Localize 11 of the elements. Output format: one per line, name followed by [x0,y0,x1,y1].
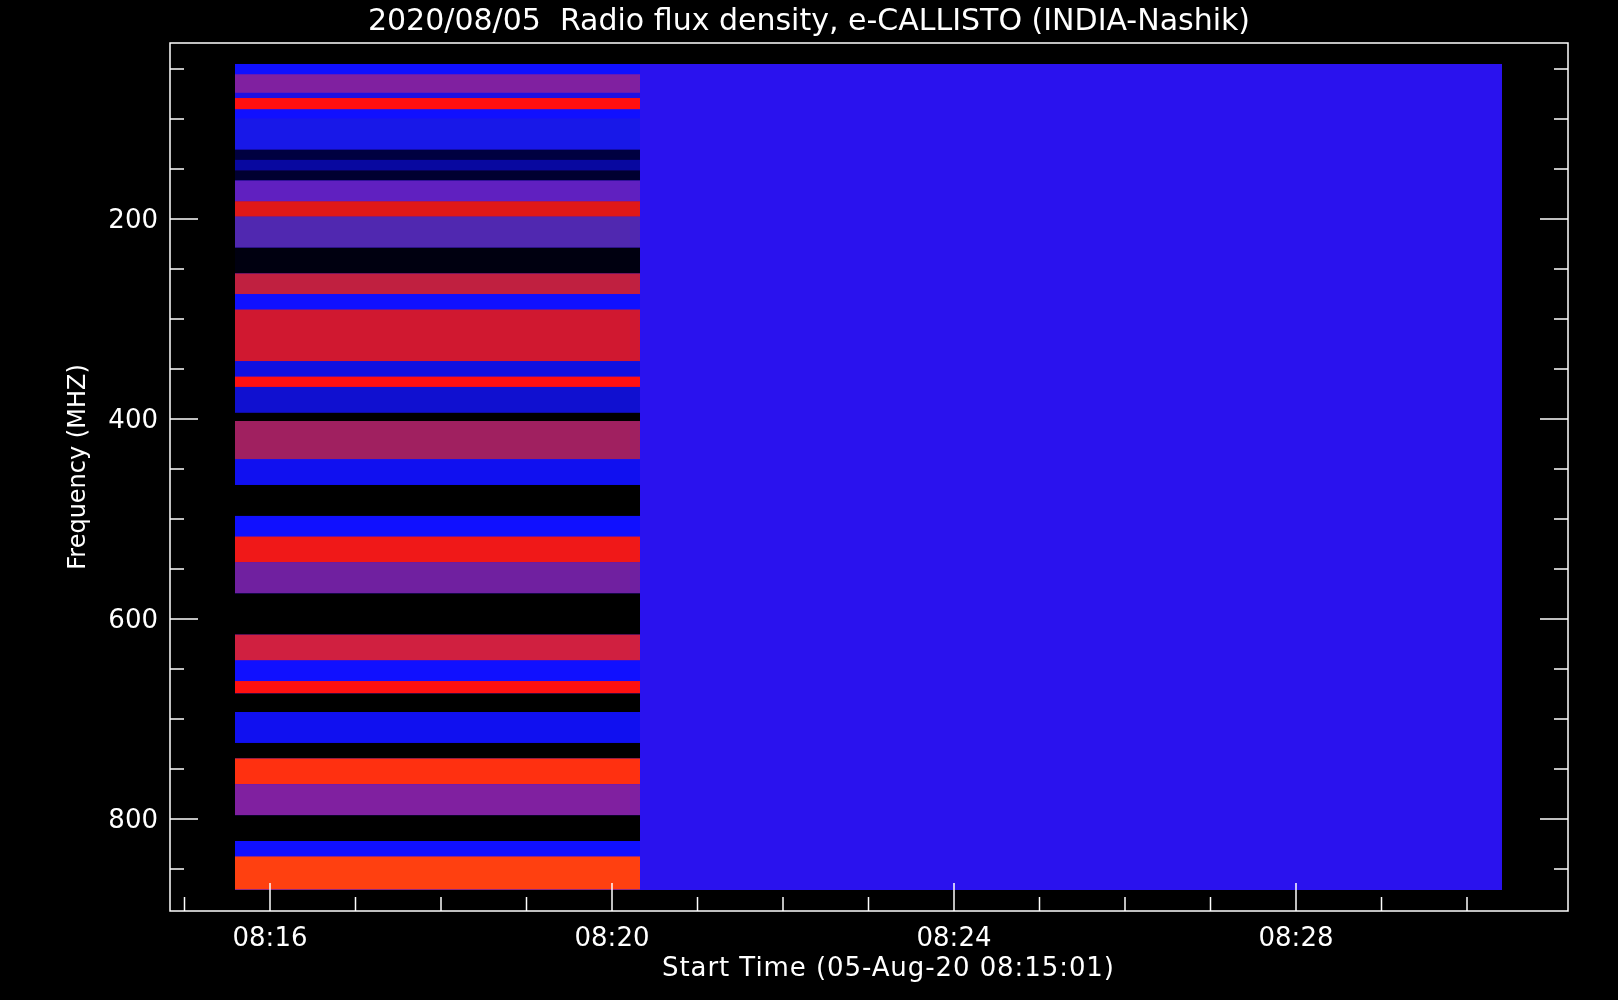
axis-label: Frequency (MHZ) [63,364,91,570]
tick-label: 400 [108,404,158,434]
tick-label: 08:20 [574,922,650,952]
tick-label: 200 [108,204,158,234]
tick-label: 800 [108,804,158,834]
tick-label: 08:28 [1258,922,1334,952]
tick-label: 600 [108,604,158,634]
plot-title: 2020/08/05 Radio flux density, e-CALLISTO (INDIA-Nashik) [367,2,1251,37]
axis-label: Start Time (05-Aug-20 08:15:01) [662,952,1114,982]
tick-label: 08:24 [916,922,992,952]
tick-label: 08:16 [232,922,308,952]
